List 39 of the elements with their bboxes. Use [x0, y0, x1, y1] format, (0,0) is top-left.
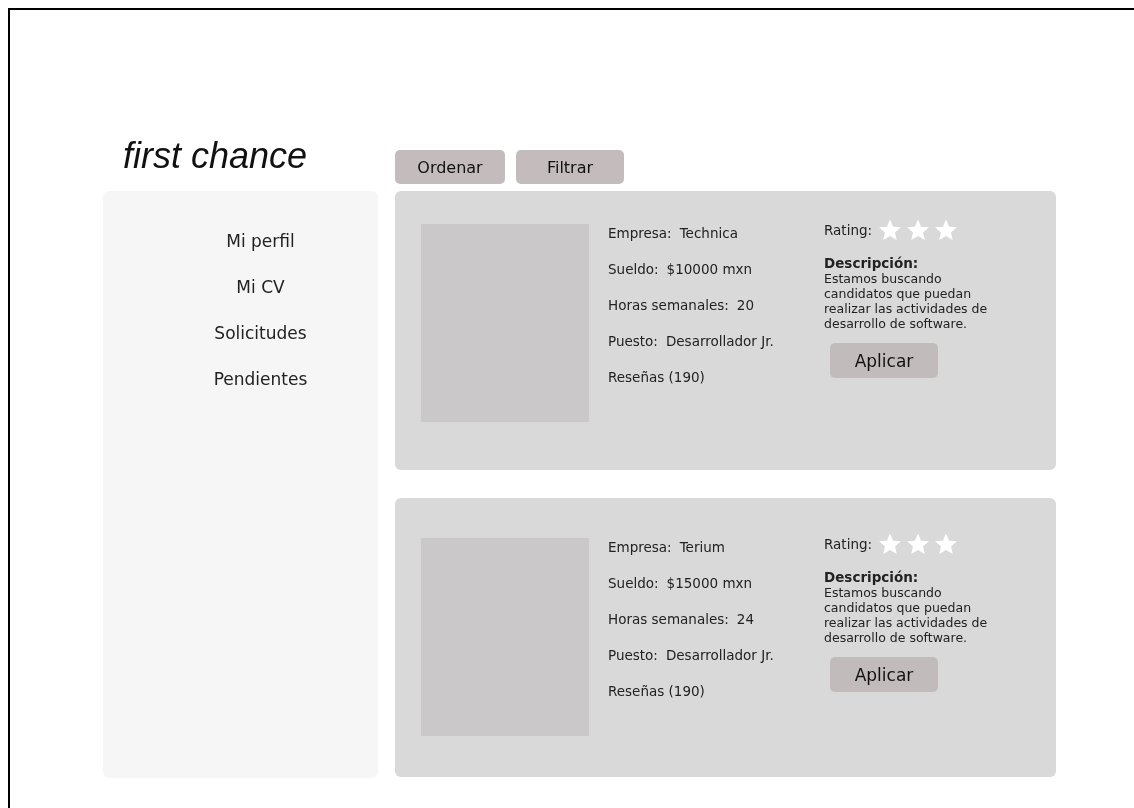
star-icon — [878, 218, 903, 242]
toolbar-button[interactable]: Filtrar — [516, 150, 624, 184]
description-text: Estamos buscando candidatos que puedan realizar las actividades de desarrollo de software. — [824, 585, 989, 645]
star-icon — [878, 532, 903, 556]
field-value: 20 — [736, 296, 754, 315]
field-label: Empresa: — [608, 224, 672, 243]
reviews-link[interactable]: Reseñas (190) — [608, 682, 705, 701]
description-text: Estamos buscando candidatos que puedan realizar las actividades de desarrollo de software. — [824, 271, 989, 331]
sidebar-item[interactable]: Mi CV — [236, 275, 285, 299]
field-value: 24 — [736, 610, 754, 629]
field-value: $15000 mxn — [666, 574, 753, 593]
toolbar-button[interactable]: Ordenar — [395, 150, 505, 184]
apply-button[interactable]: Aplicar — [830, 657, 938, 692]
star-icon — [906, 532, 931, 556]
description-label: Descripción: — [824, 256, 920, 271]
reviews-link[interactable]: Reseñas (190) — [608, 368, 705, 387]
sidebar-item[interactable]: Pendientes — [213, 367, 308, 391]
field-label: Puesto: — [608, 646, 658, 665]
rating-label: Rating: — [824, 536, 873, 552]
rating-label: Rating: — [824, 222, 873, 238]
field-label: Horas semanales: — [608, 296, 729, 315]
sidebar-item[interactable]: Solicitudes — [214, 321, 307, 345]
field-label: Empresa: — [608, 538, 672, 557]
field-value: Technica — [679, 224, 738, 243]
field-label: Horas semanales: — [608, 610, 729, 629]
field-label: Sueldo: — [608, 574, 659, 593]
app-logo: first chance — [123, 136, 309, 176]
apply-button[interactable]: Aplicar — [830, 343, 938, 378]
field-value: Desarrollador Jr. — [665, 332, 774, 351]
star-icon — [934, 218, 959, 242]
field-label: Puesto: — [608, 332, 658, 351]
field-value: Desarrollador Jr. — [665, 646, 774, 665]
sidebar-item[interactable]: Mi perfil — [226, 229, 295, 253]
field-value: $10000 mxn — [666, 260, 753, 279]
description-label: Descripción: — [824, 570, 920, 585]
star-icon — [906, 218, 931, 242]
star-icon — [934, 532, 959, 556]
field-label: Sueldo: — [608, 260, 659, 279]
field-value: Terium — [679, 538, 725, 557]
